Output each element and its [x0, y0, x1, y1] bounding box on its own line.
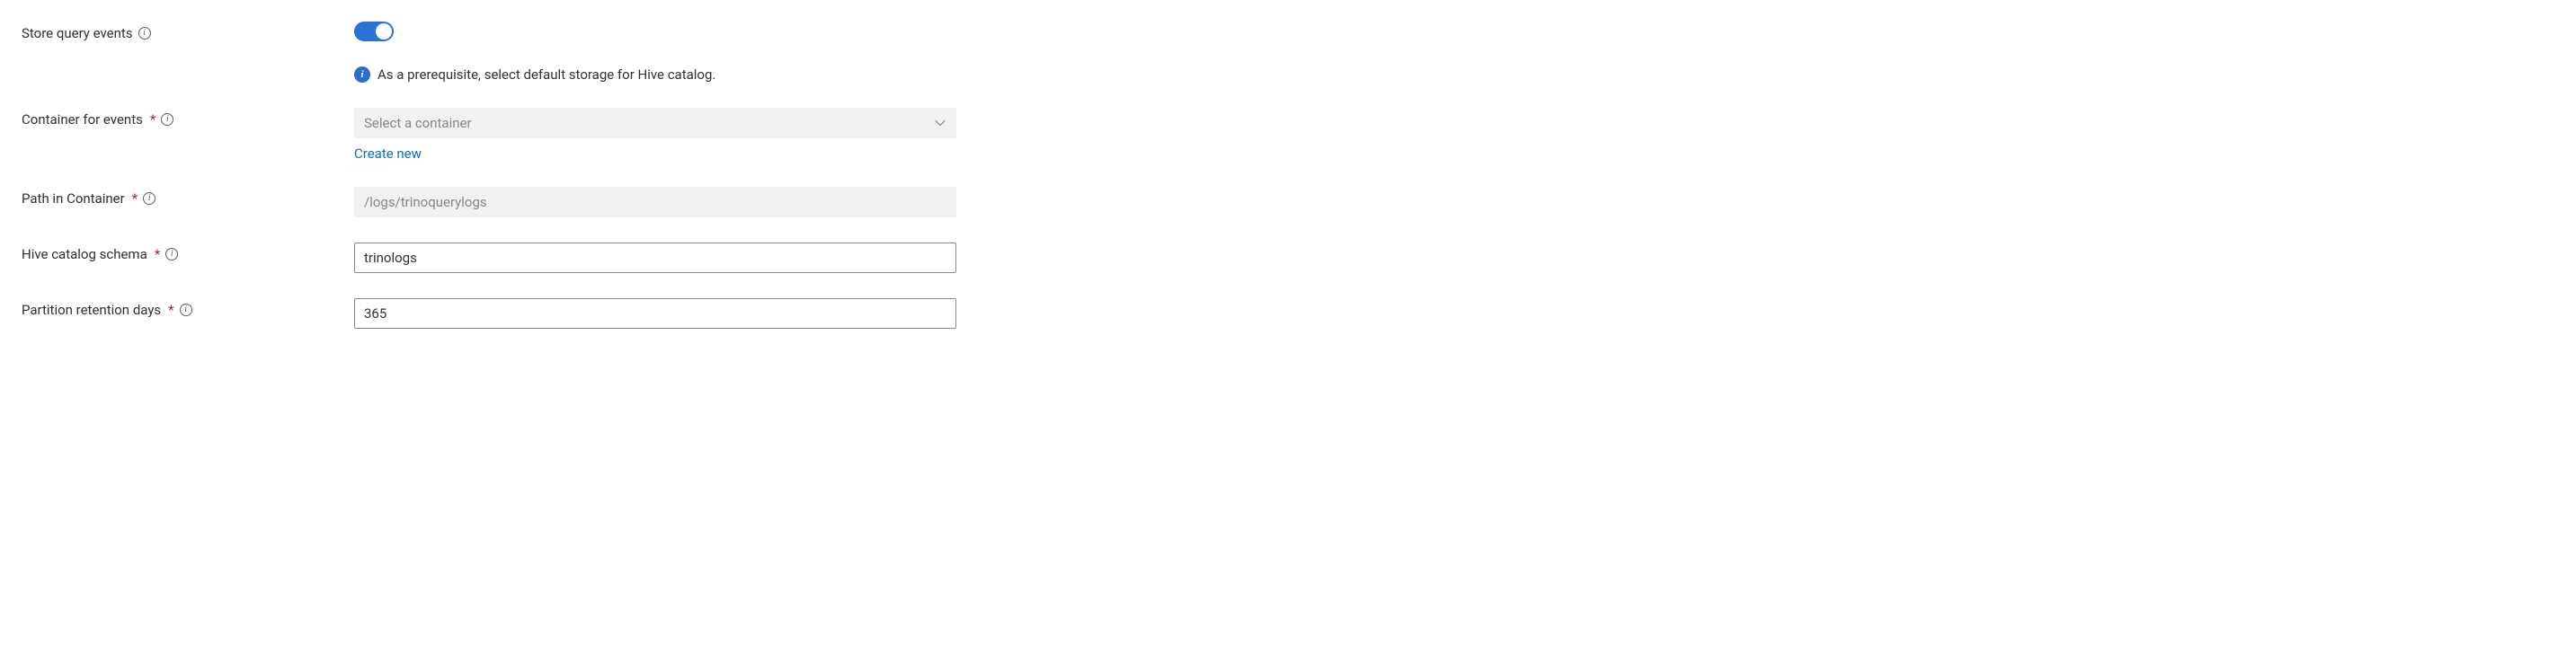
- info-icon[interactable]: i: [165, 248, 178, 260]
- info-filled-icon: i: [354, 66, 370, 83]
- control-store-query-events: i As a prerequisite, select default stor…: [354, 22, 956, 83]
- store-query-events-toggle[interactable]: [354, 22, 394, 41]
- container-select[interactable]: Select a container: [354, 108, 956, 138]
- hive-catalog-schema-input[interactable]: [354, 243, 956, 273]
- row-path-in-container: Path in Container * i: [22, 187, 989, 217]
- create-new-link[interactable]: Create new: [354, 146, 422, 162]
- label-path-in-container: Path in Container * i: [22, 187, 354, 207]
- info-icon[interactable]: i: [143, 192, 155, 205]
- info-icon[interactable]: i: [138, 27, 151, 40]
- partition-retention-days-input[interactable]: [354, 298, 956, 329]
- label-store-query-events: Store query events i: [22, 22, 354, 41]
- row-container-for-events: Container for events * i Select a contai…: [22, 108, 989, 162]
- row-partition-retention-days: Partition retention days * i: [22, 298, 989, 329]
- toggle-knob: [376, 23, 392, 40]
- info-message-text: As a prerequisite, select default storag…: [378, 66, 715, 83]
- row-hive-catalog-schema: Hive catalog schema * i: [22, 243, 989, 273]
- path-in-container-input[interactable]: [354, 187, 956, 217]
- control-partition-retention-days: [354, 298, 956, 329]
- prerequisite-info-message: i As a prerequisite, select default stor…: [354, 66, 956, 83]
- chevron-down-icon: [934, 117, 946, 129]
- label-text: Store query events: [22, 25, 133, 41]
- required-asterisk: *: [155, 246, 160, 262]
- control-container-for-events: Select a container Create new: [354, 108, 956, 162]
- label-text: Path in Container: [22, 190, 125, 207]
- select-placeholder: Select a container: [364, 115, 472, 131]
- label-text: Hive catalog schema: [22, 246, 147, 262]
- settings-form: Store query events i i As a prerequisite…: [0, 0, 989, 350]
- label-partition-retention-days: Partition retention days * i: [22, 298, 354, 318]
- label-container-for-events: Container for events * i: [22, 108, 354, 128]
- label-hive-catalog-schema: Hive catalog schema * i: [22, 243, 354, 262]
- required-asterisk: *: [168, 302, 173, 318]
- info-icon[interactable]: i: [180, 304, 192, 316]
- required-asterisk: *: [132, 190, 138, 207]
- label-text: Partition retention days: [22, 302, 161, 318]
- required-asterisk: *: [150, 111, 155, 128]
- control-hive-catalog-schema: [354, 243, 956, 273]
- label-text: Container for events: [22, 111, 143, 128]
- row-store-query-events: Store query events i i As a prerequisite…: [22, 22, 989, 83]
- control-path-in-container: [354, 187, 956, 217]
- info-icon[interactable]: i: [161, 113, 173, 126]
